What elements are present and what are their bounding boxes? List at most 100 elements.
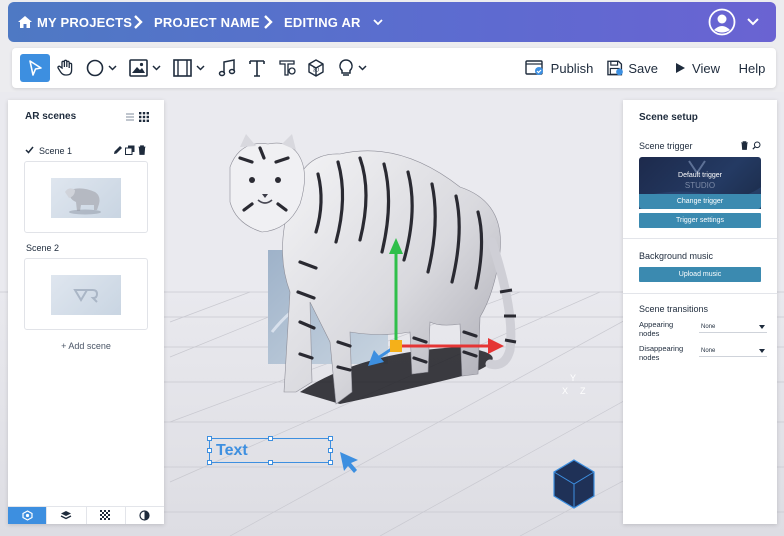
edit-pencil-icon[interactable] [113, 145, 123, 155]
publish-icon [524, 60, 543, 75]
scene-1-thumbnail [51, 178, 121, 218]
chevron-down-icon[interactable] [372, 16, 384, 28]
panel-title: AR scenes [25, 111, 77, 122]
tab-layers[interactable] [47, 507, 87, 524]
audio-tool-button[interactable] [216, 54, 238, 82]
hand-icon [57, 59, 73, 76]
home-icon[interactable] [17, 14, 33, 30]
axis-label-y: Y [570, 373, 577, 383]
scene-2-card[interactable] [24, 258, 148, 330]
resize-handle[interactable] [328, 448, 333, 453]
music-note-icon [218, 59, 236, 77]
search-icon[interactable] [752, 141, 761, 150]
chevron-down-icon[interactable] [746, 16, 760, 28]
text-node-selection[interactable]: Text [207, 436, 333, 465]
appearing-nodes-label: Appearing nodes [639, 320, 674, 338]
tab-textures[interactable] [87, 507, 126, 524]
caret-down-icon [759, 325, 765, 329]
chevron-right-icon [134, 15, 143, 29]
scene-1-label[interactable]: Scene 1 [39, 146, 72, 156]
duplicate-icon[interactable] [125, 145, 135, 155]
resize-handle[interactable] [268, 460, 273, 465]
globe-icon [139, 510, 150, 521]
panel-tab-bar [8, 506, 164, 524]
view-button[interactable]: View [672, 54, 722, 82]
list-view-icon[interactable] [125, 112, 135, 122]
upload-music-button[interactable]: Upload music [639, 267, 761, 282]
resize-handle[interactable] [268, 436, 273, 441]
sticker-tool-button[interactable] [276, 54, 298, 82]
scenes-icon [22, 510, 33, 521]
video-tool-button[interactable] [172, 54, 208, 82]
scene-2-thumbnail [51, 275, 121, 315]
sticker-icon [279, 60, 296, 76]
scene-transitions-label: Scene transitions [639, 304, 709, 314]
disappearing-nodes-value: None [701, 348, 716, 354]
resize-handle[interactable] [328, 436, 333, 441]
image-tool-button[interactable] [128, 54, 164, 82]
app-header: MY PROJECTS PROJECT NAME EDITING AR [8, 2, 776, 42]
gizmo-center-handle[interactable] [390, 340, 402, 352]
tab-environment[interactable] [126, 507, 164, 524]
breadcrumb-my-projects[interactable]: MY PROJECTS [37, 15, 132, 30]
help-label: Help [738, 60, 766, 76]
light-tool-button[interactable] [338, 54, 370, 82]
trigger-settings-button[interactable]: Trigger settings [639, 213, 761, 228]
svg-text:3D: 3D [313, 68, 320, 74]
text-icon [249, 60, 265, 77]
view-label: View [692, 60, 720, 76]
film-icon [173, 59, 205, 77]
panel-title: Scene setup [639, 112, 698, 123]
appearing-nodes-select[interactable]: None [699, 322, 767, 333]
trigger-card-subtitle: STUDIO [684, 181, 716, 190]
add-scene-button[interactable]: + Add scene [8, 341, 164, 351]
breadcrumb-project-name[interactable]: PROJECT NAME [154, 15, 260, 30]
divider [623, 238, 777, 239]
pointer-icon [29, 60, 42, 76]
ar-scenes-panel: AR scenes Scene 1 Scene 2 + Add scene [8, 100, 164, 524]
axis-label-x: X [562, 386, 569, 396]
chevron-right-icon [264, 15, 273, 29]
select-tool-button[interactable] [20, 54, 50, 82]
image-icon [129, 59, 161, 77]
scene-trigger-label: Scene trigger [639, 141, 693, 151]
tab-scenes[interactable] [8, 507, 48, 524]
resize-handle[interactable] [328, 460, 333, 465]
pan-tool-button[interactable] [54, 54, 78, 82]
editor-toolbar: 3D Publish Save View Help [12, 48, 776, 88]
checkmark-icon [25, 146, 34, 154]
trash-icon[interactable] [740, 141, 749, 150]
axis-label-z: Z [580, 386, 586, 396]
lightbulb-icon [339, 59, 367, 76]
publish-label: Publish [550, 60, 594, 76]
publish-button[interactable]: Publish [524, 54, 594, 82]
save-button[interactable]: Save [606, 54, 658, 82]
change-trigger-button[interactable]: Change trigger [639, 194, 761, 209]
text-node-label: Text [216, 442, 248, 459]
text-tool-button[interactable] [246, 54, 268, 82]
divider [623, 293, 777, 294]
resize-handle[interactable] [207, 436, 212, 441]
caret-down-icon [759, 349, 765, 353]
save-icon [607, 60, 623, 76]
layers-icon [61, 511, 72, 520]
resize-handle[interactable] [207, 460, 212, 465]
save-label: Save [628, 60, 658, 76]
grid-view-icon[interactable] [139, 112, 149, 122]
shape-tool-button[interactable] [86, 54, 120, 82]
help-button[interactable]: Help [736, 54, 768, 82]
resize-handle[interactable] [207, 448, 212, 453]
scene-1-card[interactable] [24, 161, 148, 233]
breadcrumb-editing-ar[interactable]: EDITING AR [284, 15, 361, 30]
3d-object-tool-button[interactable]: 3D [304, 54, 328, 82]
circle-shape-icon [86, 59, 117, 77]
scene-setup-panel: Scene setup Scene trigger Default trigge… [623, 100, 777, 524]
scene-2-label[interactable]: Scene 2 [26, 243, 59, 253]
cube-icon: 3D [308, 59, 324, 77]
disappearing-nodes-select[interactable]: None [699, 346, 767, 357]
play-icon [676, 63, 686, 73]
appearing-nodes-value: None [701, 324, 716, 330]
user-avatar-icon[interactable] [708, 8, 736, 36]
trigger-card-title: Default trigger [678, 172, 722, 179]
trash-icon[interactable] [137, 145, 147, 155]
